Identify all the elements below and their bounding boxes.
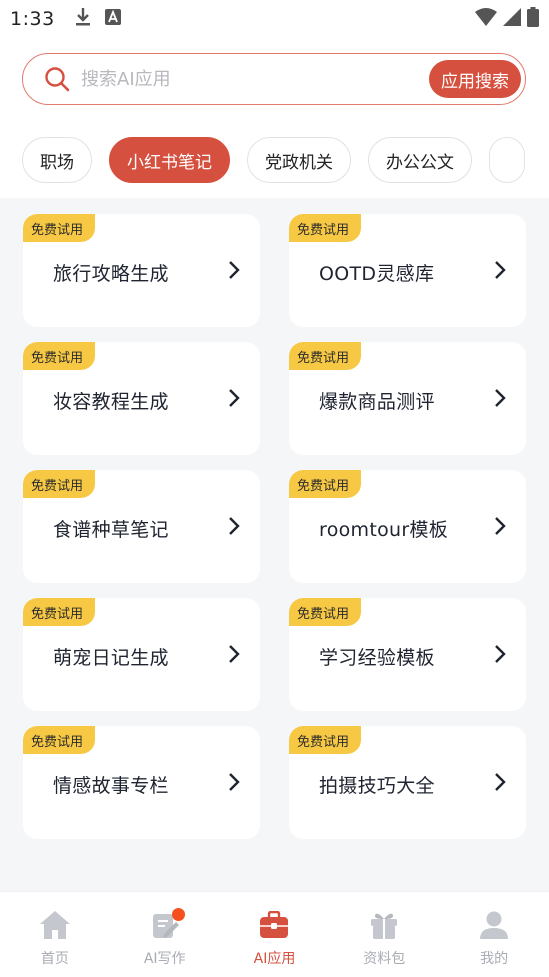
app-card[interactable]: 免费试用 旅行攻略生成 xyxy=(23,214,260,327)
app-card[interactable]: 免费试用 萌宠日记生成 xyxy=(23,598,260,711)
nav-label: AI应用 xyxy=(253,951,296,967)
tab-more[interactable] xyxy=(489,137,525,183)
nav-item-ai-apps[interactable]: AI应用 xyxy=(220,892,330,977)
free-trial-badge: 免费试用 xyxy=(289,726,362,754)
wifi-icon xyxy=(475,8,497,30)
chevron-right-icon xyxy=(229,261,240,279)
nav-item-home[interactable]: 首页 xyxy=(0,892,110,977)
toolbox-icon xyxy=(257,908,291,942)
tab-xiaohongshu-notes[interactable]: 小红书笔记 xyxy=(109,137,230,183)
free-trial-badge: 免费试用 xyxy=(289,470,362,498)
app-notification-icon xyxy=(104,9,121,29)
chevron-right-icon xyxy=(229,517,240,535)
chevron-right-icon xyxy=(495,645,506,663)
edit-icon xyxy=(148,908,185,942)
search-bar: 应用搜索 xyxy=(22,53,526,105)
app-search-button[interactable]: 应用搜索 xyxy=(429,60,521,98)
app-card-title: 拍摄技巧大全 xyxy=(319,775,435,797)
user-icon xyxy=(477,908,511,942)
nav-item-ai-writing[interactable]: AI写作 xyxy=(110,892,220,977)
battery-icon xyxy=(527,7,539,31)
app-card[interactable]: 免费试用 OOTD灵感库 xyxy=(289,214,526,327)
download-icon xyxy=(75,7,91,31)
app-card[interactable]: 免费试用 爆款商品测评 xyxy=(289,342,526,455)
chevron-right-icon xyxy=(495,261,506,279)
app-card-title: 萌宠日记生成 xyxy=(53,647,169,669)
app-card-title: 妆容教程生成 xyxy=(53,391,169,413)
tab-official-documents[interactable]: 办公公文 xyxy=(368,137,472,183)
app-card[interactable]: 免费试用 情感故事专栏 xyxy=(23,726,260,839)
category-tabs: 职场 小红书笔记 党政机关 办公公文 xyxy=(22,137,549,183)
chevron-right-icon xyxy=(229,389,240,407)
tab-workplace[interactable]: 职场 xyxy=(22,137,92,183)
notification-dot xyxy=(171,908,185,921)
app-card-title: 爆款商品测评 xyxy=(319,391,435,413)
free-trial-badge: 免费试用 xyxy=(23,342,96,370)
chevron-right-icon xyxy=(229,773,240,791)
status-bar: 1:33 xyxy=(0,0,549,38)
free-trial-badge: 免费试用 xyxy=(289,598,362,626)
app-card[interactable]: 免费试用 学习经验模板 xyxy=(289,598,526,711)
chevron-right-icon xyxy=(495,389,506,407)
status-time: 1:33 xyxy=(10,8,55,30)
free-trial-badge: 免费试用 xyxy=(23,598,96,626)
search-input[interactable] xyxy=(81,68,411,90)
home-icon xyxy=(38,908,72,942)
app-card[interactable]: 免费试用 拍摄技巧大全 xyxy=(289,726,526,839)
app-card[interactable]: 免费试用 食谱种草笔记 xyxy=(23,470,260,583)
chevron-right-icon xyxy=(495,773,506,791)
app-list: 免费试用 旅行攻略生成 免费试用 OOTD灵感库 免费试用 妆容教程生成 免费试… xyxy=(0,198,549,891)
app-card-title: roomtour模板 xyxy=(319,519,449,541)
nav-item-profile[interactable]: 我的 xyxy=(439,892,549,977)
app-card-title: 食谱种草笔记 xyxy=(53,519,169,541)
chevron-right-icon xyxy=(229,645,240,663)
app-card-title: 旅行攻略生成 xyxy=(53,263,169,285)
bottom-nav: 首页 AI写作 AI应用 资料包 我的 xyxy=(0,891,549,977)
free-trial-badge: 免费试用 xyxy=(23,726,96,754)
free-trial-badge: 免费试用 xyxy=(289,342,362,370)
app-card-title: 学习经验模板 xyxy=(319,647,435,669)
tab-party-government[interactable]: 党政机关 xyxy=(247,137,351,183)
free-trial-badge: 免费试用 xyxy=(23,214,96,242)
nav-label: 资料包 xyxy=(363,951,406,967)
free-trial-badge: 免费试用 xyxy=(289,214,362,242)
app-grid: 免费试用 旅行攻略生成 免费试用 OOTD灵感库 免费试用 妆容教程生成 免费试… xyxy=(23,214,527,839)
search-icon xyxy=(43,65,71,93)
nav-item-materials[interactable]: 资料包 xyxy=(329,892,439,977)
app-card[interactable]: 免费试用 妆容教程生成 xyxy=(23,342,260,455)
nav-label: 首页 xyxy=(40,951,69,967)
gift-icon xyxy=(367,908,401,942)
free-trial-badge: 免费试用 xyxy=(23,470,96,498)
app-card-title: OOTD灵感库 xyxy=(319,263,435,285)
app-card-title: 情感故事专栏 xyxy=(53,775,169,797)
signal-icon xyxy=(503,8,521,30)
nav-label: 我的 xyxy=(480,951,509,967)
app-card[interactable]: 免费试用 roomtour模板 xyxy=(289,470,526,583)
nav-label: AI写作 xyxy=(143,951,186,967)
chevron-right-icon xyxy=(495,517,506,535)
